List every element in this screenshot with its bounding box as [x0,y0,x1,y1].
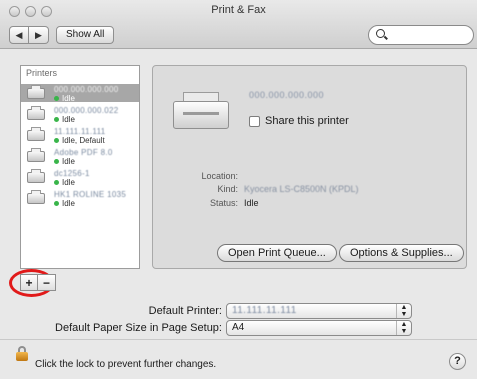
status-label: Status: [209,198,238,208]
status-value: Idle [244,198,259,208]
help-button[interactable]: ? [449,353,466,370]
paper-size-popup[interactable]: A4 ▲ ▼ [226,320,412,336]
printer-icon [27,85,45,99]
status-dot-icon [54,201,59,207]
nav-buttons: ◀ ▶ [9,26,49,44]
lock-message: Click the lock to prevent further change… [35,359,217,370]
printer-icon [27,127,45,141]
back-arrow-icon: ◀ [15,29,23,40]
add-printer-button[interactable]: + [20,274,38,291]
forward-arrow-icon: ▶ [35,29,42,40]
location-label: Location: [201,171,238,181]
status-dot-icon [54,96,59,102]
title-bar: Print & Fax ◀ ▶ Show All [0,0,477,49]
search-field[interactable] [368,25,474,45]
lock-icon[interactable] [16,346,28,361]
window-title: Print & Fax [211,4,266,16]
back-button[interactable]: ◀ [9,26,29,44]
remove-printer-button[interactable]: − [38,274,56,291]
printer-name: 000.000.000.000 [54,85,119,94]
status-dot-icon [54,117,59,123]
default-printer-label: Default Printer: [148,305,222,317]
printer-row[interactable]: 11.111.11.111 Idle, Default [21,126,139,145]
default-printer-popup[interactable]: 11.111.11.111 ▲ ▼ [226,303,412,319]
status-dot-icon [54,159,59,165]
search-icon [376,29,385,38]
printer-status: Idle [54,157,75,166]
status-dot-icon [54,138,59,144]
kind-value: Kyocera LS-C8500N (KPDL) [244,184,359,194]
printer-row[interactable]: Adobe PDF 8.0 Idle [21,147,139,166]
print-fax-window: Print & Fax ◀ ▶ Show All Printers 000.00… [0,0,477,379]
printers-list[interactable]: Printers 000.000.000.000 Idle 000.000.00… [20,65,140,269]
printer-name: HK1 ROLINE 1035 [54,190,127,199]
printer-row[interactable]: dc1256-1 Idle [21,168,139,187]
default-printer-value: 11.111.11.111 [232,305,297,316]
forward-button[interactable]: ▶ [29,26,49,44]
printer-icon [27,190,45,204]
share-printer-checkbox[interactable]: Share this printer [249,115,349,127]
options-supplies-button[interactable]: Options & Supplies... [339,244,464,262]
printer-large-icon [173,92,229,132]
paper-size-label: Default Paper Size in Page Setup: [55,322,222,334]
printer-status: Idle [54,115,75,124]
printer-icon [27,106,45,120]
printer-icon [27,169,45,183]
printer-status: Idle [54,94,75,103]
status-dot-icon [54,180,59,186]
printer-status: Idle, Default [54,136,105,145]
detail-printer-name: 000.000.000.000 [249,90,325,100]
kind-label: Kind: [217,184,238,194]
printer-detail-panel: 000.000.000.000 Share this printer Locat… [152,65,467,269]
printer-name: Adobe PDF 8.0 [54,148,113,157]
printer-status: Idle [54,178,75,187]
printer-row[interactable]: 000.000.000.000 Idle [21,84,139,103]
printer-status: Idle [54,199,75,208]
printer-name: 000.000.000.022 [54,106,119,115]
printer-icon [27,148,45,162]
printer-row[interactable]: 000.000.000.022 Idle [21,105,139,124]
open-print-queue-button[interactable]: Open Print Queue... [217,244,337,262]
printer-name: dc1256-1 [54,169,90,178]
checkbox-icon[interactable] [249,115,260,127]
paper-size-value: A4 [232,322,245,333]
printers-list-header: Printers [26,68,58,78]
printer-name: 11.111.11.111 [54,127,106,136]
add-remove-controls: + − [20,274,56,291]
bottom-divider [0,339,477,340]
popup-arrows-icon: ▲ ▼ [396,321,411,335]
printer-row[interactable]: HK1 ROLINE 1035 Idle [21,189,139,208]
show-all-button[interactable]: Show All [56,26,115,44]
share-printer-label: Share this printer [265,115,349,127]
popup-arrows-icon: ▲ ▼ [396,304,411,318]
